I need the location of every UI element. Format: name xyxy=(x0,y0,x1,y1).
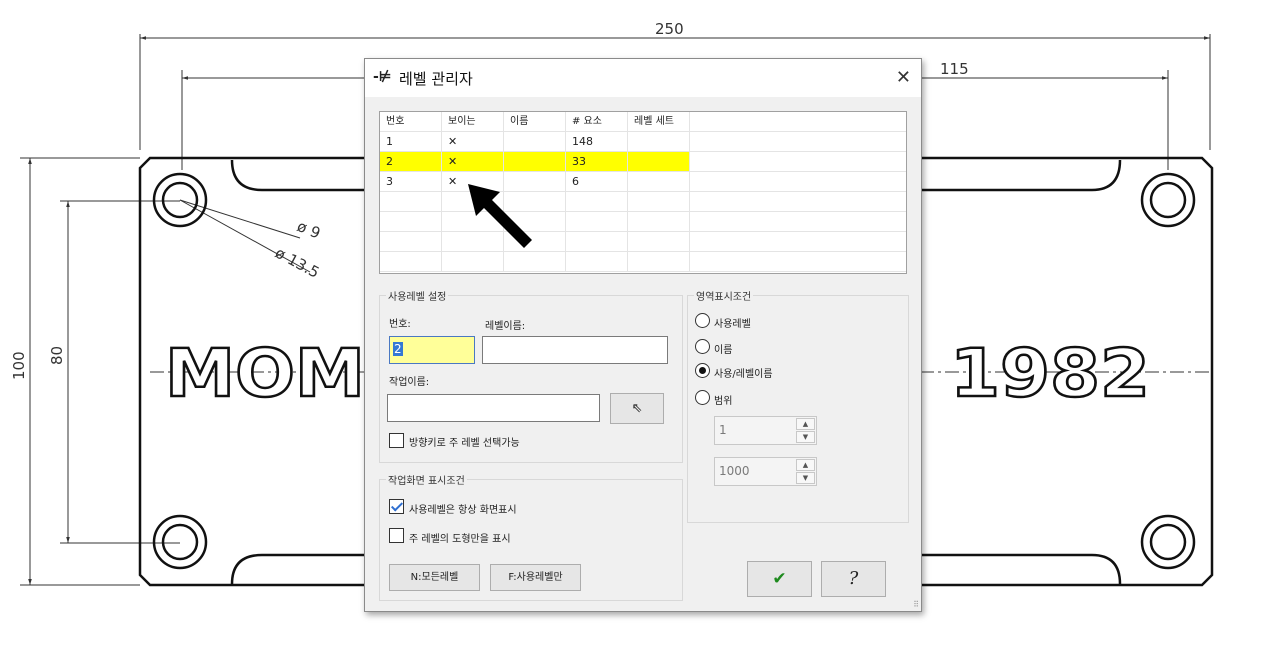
col-count-header[interactable]: # 요소 xyxy=(566,112,628,132)
radio-used-level[interactable] xyxy=(695,313,710,328)
radio-range-label: 범위 xyxy=(714,396,733,407)
col-name-header[interactable]: 이름 xyxy=(504,112,566,132)
row-filler xyxy=(690,132,906,152)
row-name[interactable] xyxy=(504,152,566,172)
col-set-header[interactable]: 레벨 세트 xyxy=(628,112,690,132)
level-name-label: 레벨이름: xyxy=(485,321,526,332)
radio-name-label: 이름 xyxy=(714,345,733,356)
range-to-value: 1000 xyxy=(719,464,750,478)
dim-large-dia: ø 13.5 xyxy=(272,244,322,282)
spinner-up-icon[interactable]: ▲ xyxy=(796,459,815,471)
col-visible-header[interactable]: 보이는 xyxy=(442,112,504,132)
always-show-checkbox[interactable] xyxy=(389,499,404,514)
arrow-key-checkbox[interactable] xyxy=(389,433,404,448)
table-row[interactable]: 3 ✕ 6 xyxy=(380,172,906,192)
spinner-up-icon[interactable]: ▲ xyxy=(796,418,815,430)
ok-button[interactable]: ✔ xyxy=(747,561,812,597)
engraved-text-left: MOM xyxy=(165,335,365,412)
row-count: 148 xyxy=(566,132,628,152)
pick-level-button[interactable]: ⇖ xyxy=(610,393,664,424)
radio-used-level-name-label: 사용/레벨이름 xyxy=(714,369,773,380)
row-number: 2 xyxy=(380,152,442,172)
row-set xyxy=(628,172,690,192)
level-number-input[interactable]: 2 xyxy=(389,336,475,364)
range-from-value: 1 xyxy=(719,423,727,437)
level-settings-legend: 사용레벨 설정 xyxy=(386,288,449,303)
row-set xyxy=(628,152,690,172)
main-only-label: 주 레벨의 도형만을 표시 xyxy=(409,534,511,545)
work-name-label: 작업이름: xyxy=(389,377,430,388)
always-show-label: 사용레벨은 항상 화면표시 xyxy=(409,505,517,516)
table-header: 번호 보이는 이름 # 요소 레벨 세트 xyxy=(380,112,906,132)
main-only-checkbox[interactable] xyxy=(389,528,404,543)
row-count: 33 xyxy=(566,152,628,172)
engraved-text-right: 1982 xyxy=(950,335,1150,412)
dialog-title: 레벨 관리자 xyxy=(399,70,473,88)
table-row[interactable]: 1 ✕ 148 xyxy=(380,132,906,152)
row-name[interactable] xyxy=(504,132,566,152)
help-button[interactable]: ? xyxy=(821,561,886,597)
row-filler xyxy=(690,152,906,172)
level-table: 번호 보이는 이름 # 요소 레벨 세트 1 ✕ 148 2 ✕ 33 3 ✕ xyxy=(379,111,907,274)
dialog-titlebar[interactable]: -⊭ 레벨 관리자 ✕ xyxy=(365,59,921,97)
row-visible[interactable]: ✕ xyxy=(442,132,504,152)
level-manager-dialog: -⊭ 레벨 관리자 ✕ 번호 보이는 이름 # 요소 레벨 세트 1 ✕ 148… xyxy=(364,58,922,612)
range-from-spinner[interactable]: 1 ▲ ▼ xyxy=(714,416,817,445)
dim-overall-height: 100 xyxy=(10,351,28,380)
annotation-arrow-icon xyxy=(468,184,532,248)
display-conditions-legend: 작업화면 표시조건 xyxy=(386,472,467,487)
pushpin-icon: -⊭ xyxy=(373,69,392,85)
row-visible[interactable]: ✕ xyxy=(442,152,504,172)
header-filler xyxy=(690,112,906,132)
col-number-header[interactable]: 번호 xyxy=(380,112,442,132)
used-levels-button[interactable]: F:사용레벨만 xyxy=(490,564,581,591)
cursor-icon: ⇖ xyxy=(631,401,643,416)
row-filler xyxy=(690,172,906,192)
level-name-input[interactable] xyxy=(482,336,668,364)
dim-overall-width: 250 xyxy=(655,20,684,38)
area-display-legend: 영역표시조건 xyxy=(694,288,754,303)
resize-grip-icon[interactable]: ⠿ xyxy=(913,600,919,609)
empty-row xyxy=(380,232,906,252)
dim-small-dia: ø 9 xyxy=(295,217,324,242)
dim-inner-height: 80 xyxy=(48,346,66,365)
radio-used-level-label: 사용레벨 xyxy=(714,319,751,330)
radio-used-level-name[interactable] xyxy=(695,363,710,378)
empty-row xyxy=(380,212,906,232)
all-levels-button[interactable]: N:모든레벨 xyxy=(389,564,480,591)
row-set xyxy=(628,132,690,152)
empty-row xyxy=(380,192,906,212)
radio-range[interactable] xyxy=(695,390,710,405)
spinner-down-icon[interactable]: ▼ xyxy=(796,472,815,484)
number-label: 번호: xyxy=(389,319,411,330)
level-number-value: 2 xyxy=(393,342,403,356)
spinner-down-icon[interactable]: ▼ xyxy=(796,431,815,443)
checkmark-icon: ✔ xyxy=(772,569,787,589)
work-name-input[interactable] xyxy=(387,394,600,422)
empty-row xyxy=(380,252,906,272)
row-number: 1 xyxy=(380,132,442,152)
table-row-selected[interactable]: 2 ✕ 33 xyxy=(380,152,906,172)
close-button[interactable]: ✕ xyxy=(896,67,911,88)
radio-name[interactable] xyxy=(695,339,710,354)
help-icon: ? xyxy=(848,568,859,589)
arrow-key-label: 방향키로 주 레벨 선택가능 xyxy=(409,438,520,449)
range-to-spinner[interactable]: 1000 ▲ ▼ xyxy=(714,457,817,486)
row-number: 3 xyxy=(380,172,442,192)
dim-hole-offset: 115 xyxy=(940,60,969,78)
row-count: 6 xyxy=(566,172,628,192)
